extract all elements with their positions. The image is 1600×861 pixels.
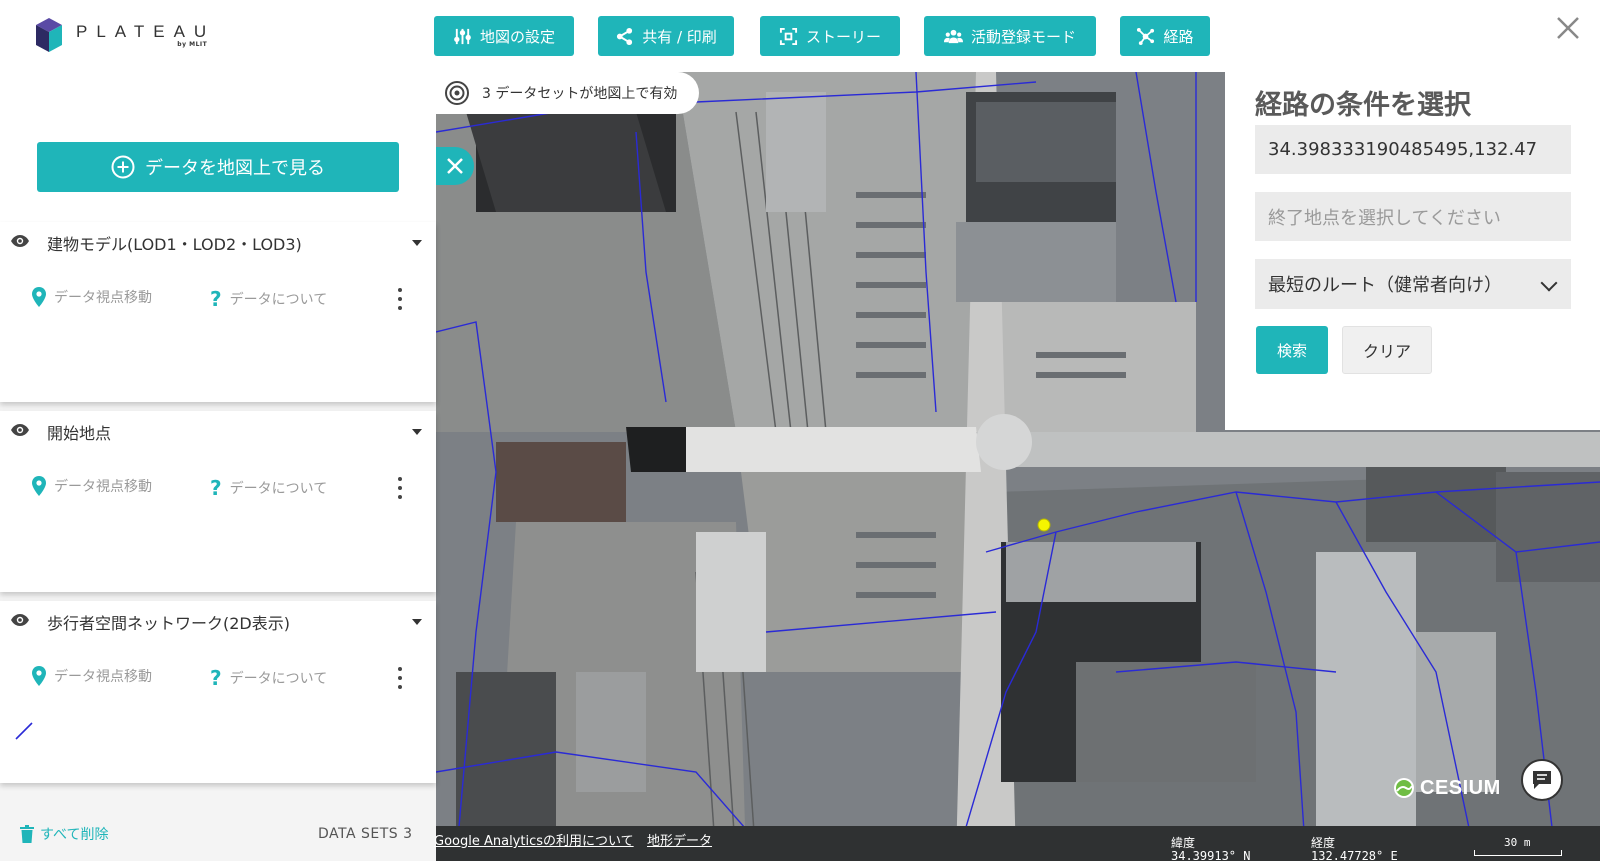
- plateau-cube-icon: [36, 18, 62, 52]
- map-status-bar: Google Analyticsの利用について 地形データ 緯度 34.3991…: [434, 826, 1600, 861]
- layer-card-header[interactable]: 開始地点: [0, 411, 436, 451]
- start-point-field[interactable]: 34.398333190485495,132.47: [1255, 125, 1571, 174]
- data-view-move-button[interactable]: データ視点移動: [32, 666, 152, 686]
- left-panel: データを地図上で見る 建物モデル(LOD1・LOD2・LOD3) データ視点移動…: [0, 72, 436, 861]
- active-datasets-badge[interactable]: 3 データセットが地図上で有効: [436, 72, 700, 114]
- longitude-value: 132.47728° E: [1311, 849, 1398, 861]
- location-pin-icon: [32, 287, 46, 307]
- search-button[interactable]: 検索: [1256, 326, 1328, 374]
- delete-all-label: すべて削除: [40, 827, 109, 843]
- clear-button[interactable]: クリア: [1342, 326, 1432, 374]
- layer-title: 歩行者空間ネットワーク(2D表示): [47, 614, 290, 633]
- location-pin-icon: [32, 476, 46, 496]
- layer-card-header[interactable]: 歩行者空間ネットワーク(2D表示): [0, 601, 436, 641]
- chat-icon: [1533, 771, 1551, 789]
- layer-card-pedestrian-network: 歩行者空間ネットワーク(2D表示) データ視点移動 ? データについて: [0, 601, 436, 783]
- plateau-logo[interactable]: PLATEAU by MLIT: [36, 18, 215, 52]
- route-type-select[interactable]: 最短のルート（健常者向け）: [1255, 259, 1571, 309]
- layer-card-start-point: 開始地点 データ視点移動 ? データについて: [0, 411, 436, 592]
- route-icon: [1137, 27, 1155, 45]
- analytics-link[interactable]: Google Analyticsの利用について: [434, 830, 634, 849]
- about-data-label: データについて: [229, 671, 328, 687]
- about-data-label: データについて: [229, 292, 328, 308]
- route-panel-title: 経路の条件を選択: [1255, 90, 1471, 121]
- dataset-count: DATA SETS 3: [318, 826, 413, 842]
- people-icon: [943, 29, 963, 43]
- view-data-on-map-label: データを地図上で見る: [145, 158, 325, 179]
- story-button[interactable]: ストーリー: [760, 16, 900, 56]
- story-icon: [779, 27, 798, 45]
- scale-label: 30 m: [1504, 836, 1531, 849]
- data-view-move-label: データ視点移動: [54, 479, 152, 495]
- close-icon[interactable]: [1554, 14, 1582, 42]
- scale-bar: [1474, 850, 1562, 856]
- share-icon: [617, 27, 633, 45]
- route-type-value: 最短のルート（健常者向け）: [1268, 275, 1502, 296]
- question-icon: ?: [210, 476, 222, 500]
- delete-all-button[interactable]: すべて削除: [20, 824, 108, 844]
- route-button[interactable]: 経路: [1120, 16, 1210, 56]
- plus-circle-icon: [111, 155, 135, 179]
- location-pin-icon: [32, 666, 46, 686]
- active-datasets-label: 3 データセットが地図上で有効: [482, 86, 678, 102]
- caret-down-icon[interactable]: [412, 429, 422, 435]
- more-options-icon[interactable]: [397, 667, 403, 689]
- share-print-button[interactable]: 共有 / 印刷: [598, 16, 734, 56]
- collapse-panel-button[interactable]: [436, 147, 474, 185]
- terrain-data-link[interactable]: 地形データ: [647, 830, 712, 849]
- start-point-marker[interactable]: [1037, 518, 1051, 532]
- logo-word: PLATEAU: [76, 22, 216, 41]
- header: PLATEAU by MLIT 地図の設定 共有 / 印刷 ストーリー 活動登録…: [0, 0, 1600, 72]
- latitude-readout: 緯度 34.39913° N: [1171, 837, 1250, 861]
- data-view-move-label: データ視点移動: [54, 290, 152, 306]
- about-data-button[interactable]: ? データについて: [210, 666, 327, 690]
- eye-icon[interactable]: [10, 423, 30, 437]
- question-icon: ?: [210, 287, 222, 311]
- more-options-icon[interactable]: [397, 477, 403, 499]
- data-view-move-label: データ視点移動: [54, 669, 152, 685]
- view-button-area: データを地図上で見る: [0, 72, 436, 222]
- end-point-field[interactable]: 終了地点を選択してください: [1255, 192, 1571, 241]
- logo-sub: by MLIT: [177, 41, 208, 48]
- about-data-button[interactable]: ? データについて: [210, 287, 327, 311]
- activity-mode-button[interactable]: 活動登録モード: [924, 16, 1096, 56]
- route-panel: 経路の条件を選択 34.398333190485495,132.47 終了地点を…: [1225, 72, 1600, 430]
- eye-icon[interactable]: [10, 234, 30, 248]
- sliders-icon: [454, 28, 471, 44]
- line-legend-icon: [15, 722, 33, 740]
- map-settings-label: 地図の設定: [479, 27, 555, 46]
- data-view-move-button[interactable]: データ視点移動: [32, 287, 152, 307]
- left-panel-footer: すべて削除 DATA SETS 3: [0, 812, 436, 861]
- layer-card-header[interactable]: 建物モデル(LOD1・LOD2・LOD3): [0, 222, 436, 262]
- layer-card-buildings: 建物モデル(LOD1・LOD2・LOD3) データ視点移動 ? データについて: [0, 222, 436, 402]
- data-view-move-button[interactable]: データ視点移動: [32, 476, 152, 496]
- share-print-label: 共有 / 印刷: [642, 27, 717, 46]
- eye-icon[interactable]: [10, 613, 30, 627]
- latitude-value: 34.39913° N: [1171, 849, 1251, 861]
- caret-down-icon[interactable]: [412, 240, 422, 246]
- question-icon: ?: [210, 666, 222, 690]
- caret-down-icon[interactable]: [412, 619, 422, 625]
- route-label: 経路: [1163, 27, 1194, 46]
- about-data-button[interactable]: ? データについて: [210, 476, 327, 500]
- map-settings-button[interactable]: 地図の設定: [434, 16, 574, 56]
- view-data-on-map-button[interactable]: データを地図上で見る: [37, 142, 399, 192]
- feedback-chat-button[interactable]: [1521, 759, 1563, 801]
- story-label: ストーリー: [805, 27, 881, 46]
- cesium-text: CESIUM: [1420, 776, 1501, 799]
- trash-icon: [20, 825, 34, 843]
- activity-mode-label: 活動登録モード: [970, 27, 1076, 46]
- wifi-ring-icon: [445, 81, 469, 105]
- about-data-label: データについて: [229, 481, 328, 497]
- layer-title: 開始地点: [47, 424, 112, 443]
- chevron-down-icon: [1540, 274, 1558, 292]
- layer-title: 建物モデル(LOD1・LOD2・LOD3): [47, 235, 302, 254]
- more-options-icon[interactable]: [397, 288, 403, 310]
- cesium-globe-icon: [1394, 778, 1414, 798]
- cesium-logo: CESIUM: [1392, 776, 1501, 800]
- longitude-readout: 経度 132.47728° E: [1311, 837, 1398, 861]
- close-icon: [447, 158, 463, 174]
